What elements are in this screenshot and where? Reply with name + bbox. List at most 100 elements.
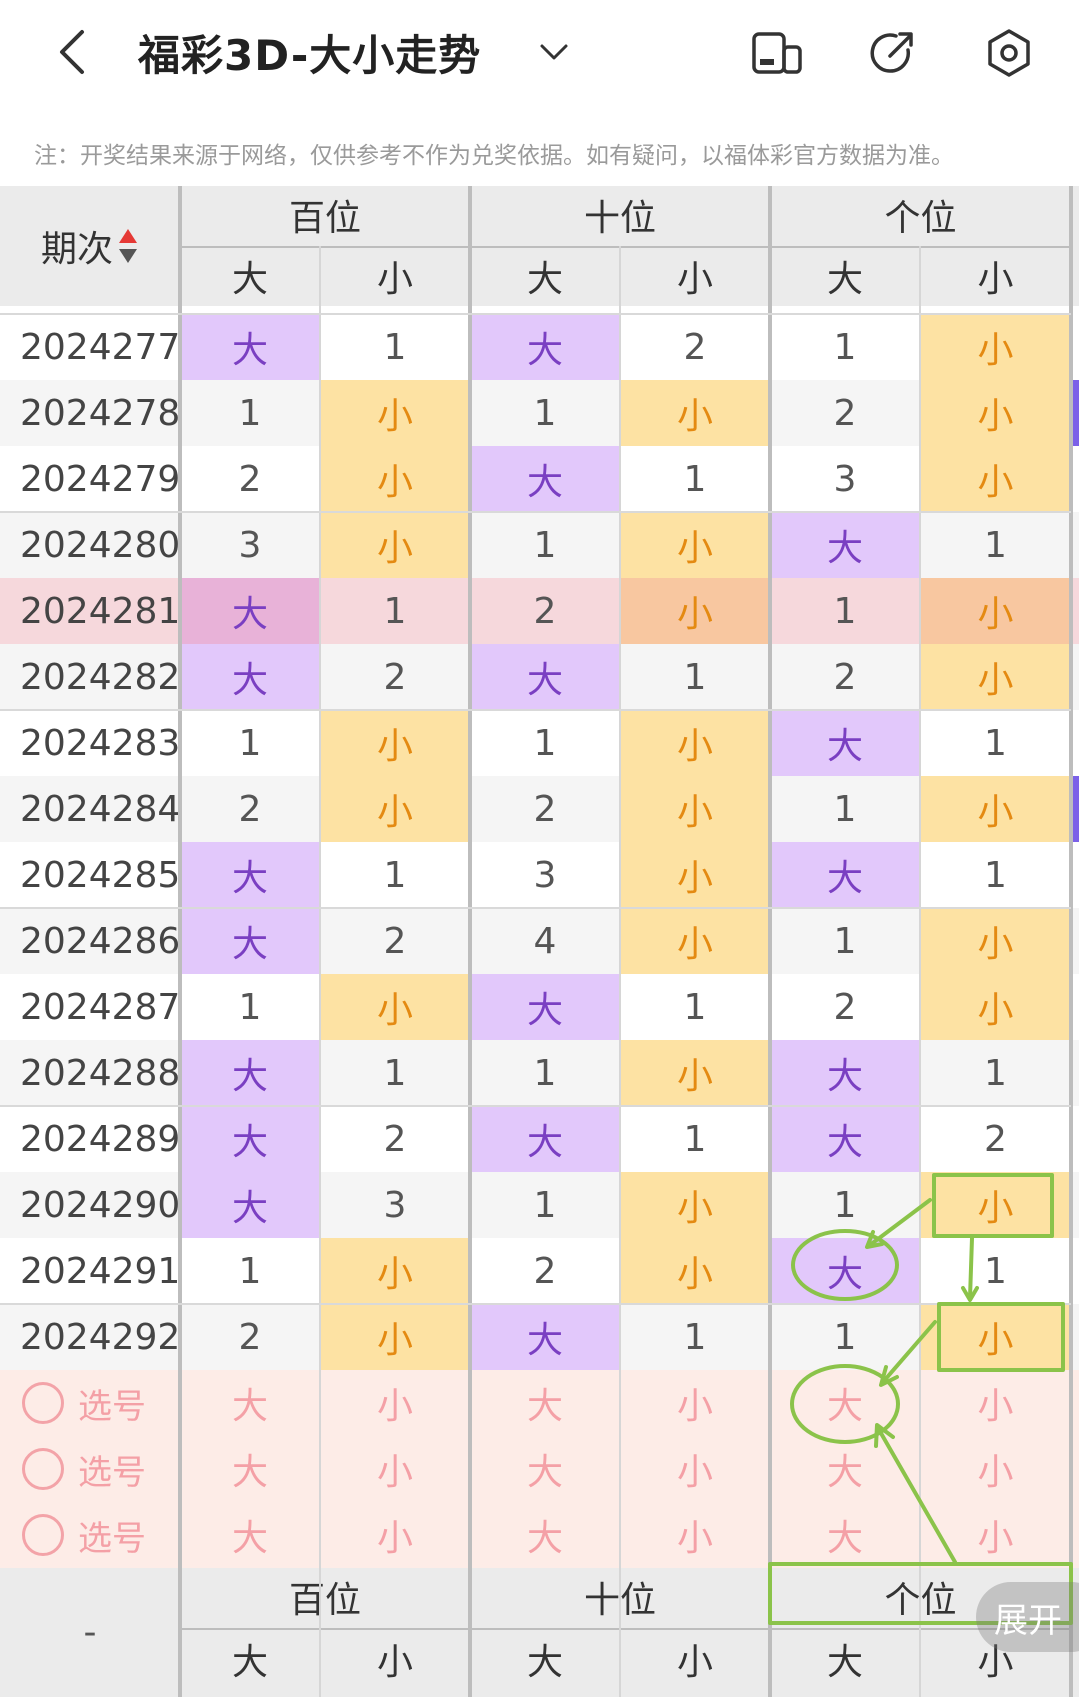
pick-small-option[interactable]: 小 bbox=[920, 1502, 1071, 1568]
radio-circle-icon[interactable] bbox=[22, 1514, 64, 1556]
big-mark: 大 bbox=[180, 908, 320, 974]
small-mark: 小 bbox=[320, 710, 470, 776]
column-divider bbox=[468, 186, 472, 1697]
big-mark: 大 bbox=[470, 974, 620, 1040]
pick-small-option[interactable]: 小 bbox=[920, 1370, 1071, 1436]
pick-big-option[interactable]: 大 bbox=[180, 1502, 320, 1568]
period-cell: 2024280 bbox=[20, 524, 181, 566]
miss-count: 1 bbox=[238, 986, 262, 1028]
small-mark: 小 bbox=[620, 1238, 770, 1304]
miss-count: 1 bbox=[833, 326, 857, 368]
table-row: 2024289 大 2 大 1 大 2 bbox=[0, 1106, 1079, 1172]
miss-count: 1 bbox=[238, 392, 262, 434]
pick-big-option[interactable]: 大 bbox=[770, 1502, 920, 1568]
miss-count: 1 bbox=[833, 1184, 857, 1226]
expand-button[interactable]: 展开 bbox=[976, 1582, 1079, 1652]
table-row: 2024279 2 小大 1 3 小 bbox=[0, 446, 1079, 512]
column-divider bbox=[1069, 186, 1073, 1697]
miss-count: 1 bbox=[833, 590, 857, 632]
sub-header: 大 bbox=[826, 259, 863, 300]
small-mark: 小 bbox=[920, 776, 1071, 842]
big-mark: 大 bbox=[470, 1106, 620, 1172]
sub-header: 小 bbox=[676, 259, 713, 300]
device-toggle-button[interactable] bbox=[750, 26, 804, 80]
big-mark: 大 bbox=[180, 1172, 320, 1238]
pick-big-option[interactable]: 大 bbox=[470, 1502, 620, 1568]
row-group-divider bbox=[0, 511, 1071, 513]
column-divider bbox=[919, 246, 921, 1697]
miss-count: 2 bbox=[833, 986, 857, 1028]
period-cell: 2024284 bbox=[20, 788, 181, 830]
period-header[interactable]: 期次 bbox=[0, 186, 180, 306]
table-row: 2024288 大 1 1 小大 1 bbox=[0, 1040, 1079, 1106]
big-mark: 大 bbox=[770, 842, 920, 908]
pick-small-option[interactable]: 小 bbox=[620, 1502, 770, 1568]
miss-count: 1 bbox=[683, 656, 707, 698]
small-mark: 小 bbox=[320, 974, 470, 1040]
column-divider bbox=[619, 246, 621, 1697]
radio-circle-icon[interactable] bbox=[22, 1448, 64, 1490]
big-mark: 大 bbox=[770, 1238, 920, 1304]
pick-label: 选号 bbox=[78, 1452, 146, 1493]
device-toggle-icon bbox=[752, 32, 802, 74]
radio-circle-icon[interactable] bbox=[22, 1382, 64, 1424]
pick-small-option[interactable]: 小 bbox=[320, 1370, 470, 1436]
miss-count: 2 bbox=[383, 920, 407, 962]
pick-small-option[interactable]: 小 bbox=[320, 1436, 470, 1502]
pick-big-option[interactable]: 大 bbox=[770, 1436, 920, 1502]
pick-selector[interactable]: 选号 bbox=[0, 1436, 180, 1502]
column-divider bbox=[178, 186, 182, 1697]
small-mark: 小 bbox=[620, 380, 770, 446]
miss-count: 1 bbox=[984, 722, 1007, 764]
small-mark: 小 bbox=[320, 1238, 470, 1304]
small-mark: 小 bbox=[320, 446, 470, 512]
miss-count: 1 bbox=[383, 1052, 407, 1094]
back-button[interactable] bbox=[48, 24, 96, 80]
small-mark: 小 bbox=[320, 380, 470, 446]
period-cell: 2024282 bbox=[20, 656, 181, 698]
pick-big-option[interactable]: 大 bbox=[470, 1436, 620, 1502]
period-cell: 2024277 bbox=[20, 326, 181, 368]
sub-header: 大 bbox=[526, 1642, 563, 1683]
share-button[interactable] bbox=[866, 26, 920, 80]
table-row: 2024284 2 小 2 小 1 小 bbox=[0, 776, 1079, 842]
pick-small-option[interactable]: 小 bbox=[920, 1436, 1071, 1502]
sub-header: 小 bbox=[977, 259, 1014, 300]
pick-big-option[interactable]: 大 bbox=[770, 1370, 920, 1436]
period-cell: 2024286 bbox=[20, 920, 181, 962]
miss-count: 2 bbox=[984, 1118, 1007, 1160]
row-group-divider bbox=[0, 1303, 1071, 1305]
pick-small-option[interactable]: 小 bbox=[620, 1436, 770, 1502]
sub-header: 大 bbox=[231, 1642, 268, 1683]
miss-count: 4 bbox=[533, 920, 557, 962]
table-row: 2024285 大 1 3 小大 1 bbox=[0, 842, 1079, 908]
pick-big-option[interactable]: 大 bbox=[180, 1370, 320, 1436]
pick-big-option[interactable]: 大 bbox=[470, 1370, 620, 1436]
period-cell: 2024283 bbox=[20, 722, 181, 764]
pick-selector[interactable]: 选号 bbox=[0, 1502, 180, 1568]
table-row: 2024281 大 1 2 小 1 小 bbox=[0, 578, 1079, 644]
pick-big-option[interactable]: 大 bbox=[180, 1436, 320, 1502]
pick-selector[interactable]: 选号 bbox=[0, 1370, 180, 1436]
miss-count: 2 bbox=[533, 1250, 557, 1292]
page-title[interactable]: 福彩3D-大小走势 bbox=[138, 22, 481, 83]
pick-label: 选号 bbox=[78, 1518, 146, 1559]
sort-icon bbox=[119, 229, 137, 263]
pick-small-option[interactable]: 小 bbox=[320, 1502, 470, 1568]
miss-count: 1 bbox=[833, 1316, 857, 1358]
miss-count: 1 bbox=[984, 1250, 1007, 1292]
small-mark: 小 bbox=[320, 776, 470, 842]
footer-period-cell: - bbox=[83, 1612, 97, 1653]
miss-count: 2 bbox=[833, 656, 857, 698]
group-header: 十位 bbox=[583, 198, 656, 239]
big-mark: 大 bbox=[470, 446, 620, 512]
miss-count: 1 bbox=[984, 854, 1007, 896]
settings-button[interactable] bbox=[982, 26, 1036, 80]
table-row: 2024292 2 小大 1 1 小 bbox=[0, 1304, 1079, 1370]
table-row: 2024291 1 小 2 小大 1 bbox=[0, 1238, 1079, 1304]
title-dropdown-button[interactable] bbox=[536, 34, 572, 70]
miss-count: 1 bbox=[383, 854, 407, 896]
small-mark: 小 bbox=[920, 974, 1071, 1040]
pick-small-option[interactable]: 小 bbox=[620, 1370, 770, 1436]
small-mark: 小 bbox=[920, 908, 1071, 974]
